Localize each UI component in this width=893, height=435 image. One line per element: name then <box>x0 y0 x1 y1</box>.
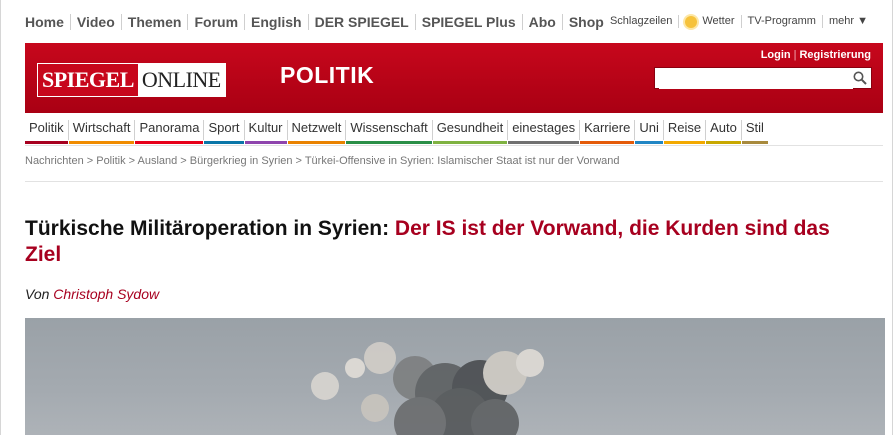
author-link[interactable]: Christoph Sydow <box>53 286 159 302</box>
headlines-link[interactable]: Schlagzeilen <box>604 15 680 28</box>
logo-spiegel: SPIEGEL <box>38 64 138 96</box>
divider <box>25 181 883 182</box>
section-color-bar <box>635 141 663 144</box>
section-tab-label: Politik <box>29 120 64 135</box>
section-tab-kultur[interactable]: Kultur <box>244 120 288 144</box>
section-tab-auto[interactable]: Auto <box>706 120 742 144</box>
top-nav-link-video[interactable]: Video <box>71 14 122 30</box>
top-nav-link-forum[interactable]: Forum <box>188 14 246 30</box>
top-nav-link-der-spiegel[interactable]: DER SPIEGEL <box>309 14 416 30</box>
top-nav-links: Home Video Themen Forum English DER SPIEGEL SP… <box>21 14 610 30</box>
section-tab-wissenschaft[interactable]: Wissenschaft <box>346 120 433 144</box>
section-color-bar <box>346 141 432 144</box>
top-nav-link-abo[interactable]: Abo <box>523 14 563 30</box>
section-tab-einestages[interactable]: einestages <box>508 120 581 144</box>
search-icon[interactable] <box>853 71 867 90</box>
section-color-bar <box>135 141 204 144</box>
byline-prefix: Von <box>25 286 54 302</box>
account-links: Login | Registrierung <box>761 49 871 61</box>
section-tab-label: einestages <box>512 120 576 135</box>
logo-online: ONLINE <box>137 64 225 96</box>
section-tab-label: Uni <box>639 120 659 135</box>
section-tab-netzwelt[interactable]: Netzwelt <box>287 120 347 144</box>
top-nav-link-home[interactable]: Home <box>21 14 71 30</box>
byline: Von Christoph Sydow <box>25 286 159 302</box>
register-link[interactable]: Registrierung <box>799 49 871 61</box>
top-nav-link-shop[interactable]: Shop <box>563 14 610 30</box>
section-color-bar <box>204 141 244 144</box>
section-tab-gesundheit[interactable]: Gesundheit <box>432 120 509 144</box>
section-tab-label: Gesundheit <box>436 120 504 135</box>
breadcrumb[interactable]: Nachrichten > Politik > Ausland > Bürger… <box>25 155 620 167</box>
divider <box>25 145 883 146</box>
section-color-bar <box>580 141 635 144</box>
login-link[interactable]: Login <box>761 49 791 61</box>
section-tab-wirtschaft[interactable]: Wirtschaft <box>68 120 136 144</box>
site-header: SPIEGEL ONLINE POLITIK Login | Registrieru… <box>25 43 883 113</box>
section-tab-politik[interactable]: Politik <box>25 120 69 144</box>
section-tab-label: Karriere <box>584 120 631 135</box>
page: Home Video Themen Forum English DER SPIEGEL SP… <box>0 0 893 435</box>
section-color-bar <box>508 141 580 144</box>
section-tab-label: Kultur <box>248 120 283 135</box>
top-nav-link-spiegel-plus[interactable]: SPIEGEL Plus <box>416 14 523 30</box>
smoke-plume-image <box>311 342 544 435</box>
section-color-bar <box>244 141 287 144</box>
section-color-bar <box>287 141 346 144</box>
section-color-bar <box>25 141 68 144</box>
section-tab-label: Auto <box>710 120 737 135</box>
section-tab-karriere[interactable]: Karriere <box>580 120 636 144</box>
section-tab-label: Stil <box>745 120 764 135</box>
section-tab-label: Wirtschaft <box>72 120 131 135</box>
tv-program-link[interactable]: TV-Programm <box>742 15 823 28</box>
article-photo[interactable] <box>25 318 885 435</box>
spiegel-online-logo[interactable]: SPIEGEL ONLINE <box>37 63 226 97</box>
section-title[interactable]: POLITIK <box>280 62 374 89</box>
section-tab-panorama[interactable]: Panorama <box>135 120 205 144</box>
article-headline: Türkische Militäroperation in Syrien: De… <box>25 216 845 268</box>
section-tab-label: Reise <box>667 120 702 135</box>
section-tab-label: Wissenschaft <box>350 120 428 135</box>
section-color-bar <box>741 141 768 144</box>
weather-label: Wetter <box>702 15 735 27</box>
section-tab-sport[interactable]: Sport <box>204 120 245 144</box>
section-navigation: Politik Wirtschaft Panorama Sport Kultur Netz… <box>25 120 768 144</box>
section-tab-stil[interactable]: Stil <box>741 120 768 144</box>
top-nav-right: Schlagzeilen Wetter TV-Programm mehr ▼ <box>604 15 868 28</box>
section-color-bar <box>663 141 706 144</box>
section-color-bar <box>68 141 135 144</box>
section-color-bar <box>706 141 741 144</box>
section-tab-uni[interactable]: Uni <box>635 120 664 144</box>
search-box <box>654 67 872 89</box>
weather-link[interactable]: Wetter <box>679 15 742 28</box>
section-color-bar <box>432 141 508 144</box>
headline-kicker: Türkische Militäroperation in Syrien: <box>25 217 395 240</box>
top-navigation: Home Video Themen Forum English DER SPIEGEL SP… <box>21 14 892 38</box>
section-tab-label: Panorama <box>139 120 200 135</box>
top-nav-link-english[interactable]: English <box>245 14 309 30</box>
section-tab-label: Netzwelt <box>291 120 342 135</box>
section-tab-label: Sport <box>208 120 240 135</box>
section-tab-reise[interactable]: Reise <box>663 120 707 144</box>
top-nav-link-themen[interactable]: Themen <box>122 14 189 30</box>
more-menu[interactable]: mehr ▼ <box>823 15 868 28</box>
sun-icon <box>685 15 698 28</box>
search-input[interactable] <box>659 69 853 89</box>
